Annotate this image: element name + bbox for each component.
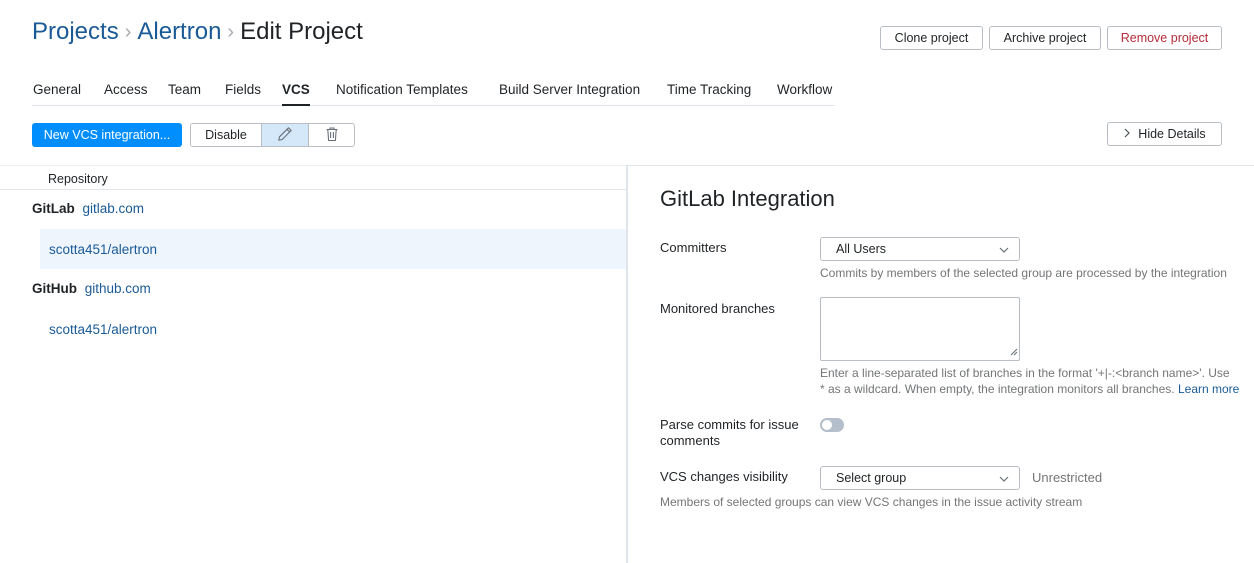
breadcrumb-project-link[interactable]: Alertron [137, 18, 221, 46]
integration-actions-group: Disable [190, 123, 355, 147]
vcs-visibility-hint: Members of selected groups can view VCS … [660, 495, 1083, 509]
archive-project-button[interactable]: Archive project [989, 26, 1101, 50]
vcs-visibility-label: VCS changes visibility [660, 469, 788, 484]
vcs-group-gitlab: GitLab gitlab.com [32, 201, 144, 216]
committers-value: All Users [836, 242, 887, 256]
committers-hint: Commits by members of the selected group… [820, 266, 1227, 280]
toggle-knob [822, 420, 832, 430]
remove-project-button[interactable]: Remove project [1107, 26, 1222, 50]
page-title: Edit Project [240, 18, 363, 45]
tab-notification-templates[interactable]: Notification Templates [336, 82, 468, 97]
committers-select[interactable]: All Users [820, 237, 1020, 261]
hide-details-button[interactable]: Hide Details [1107, 122, 1222, 146]
tab-fields[interactable]: Fields [225, 82, 261, 97]
list-item[interactable]: scotta451/alertron [40, 229, 626, 269]
vcs-group-github: GitHub github.com [32, 281, 151, 296]
breadcrumb: Projects › Alertron › Edit Project [32, 18, 363, 46]
edit-button[interactable] [261, 124, 308, 146]
list-header-row: Repository [0, 165, 626, 190]
details-title: GitLab Integration [660, 186, 835, 211]
vcs-visibility-select[interactable]: Select group [820, 466, 1020, 490]
chevron-down-icon [999, 473, 1009, 487]
breadcrumb-projects-link[interactable]: Projects [32, 18, 119, 46]
integration-details-panel: GitLab Integration Committers All Users … [626, 165, 1254, 563]
parse-commits-label-line2: comments [660, 433, 720, 448]
parse-commits-toggle[interactable] [820, 418, 844, 432]
vcs-visibility-value: Select group [836, 471, 907, 485]
pencil-icon [277, 126, 293, 145]
tab-workflow[interactable]: Workflow [777, 82, 832, 97]
tab-access[interactable]: Access [104, 82, 148, 97]
tab-general[interactable]: General [33, 82, 81, 97]
settings-tabs: General Access Team Fields VCS Notificat… [32, 78, 835, 106]
tab-team[interactable]: Team [168, 82, 201, 97]
new-vcs-integration-button[interactable]: New VCS integration... [32, 123, 182, 147]
repository-list: Repository GitLab gitlab.com scotta451/a… [0, 165, 626, 563]
vcs-group-name: GitLab [32, 201, 75, 216]
disable-button[interactable]: Disable [191, 124, 261, 146]
repository-column-header: Repository [48, 172, 108, 186]
parse-commits-label: Parse commits for issue comments [660, 417, 799, 449]
monitored-branches-input[interactable] [820, 297, 1020, 361]
chevron-down-icon [999, 244, 1009, 258]
chevron-right-icon [1123, 127, 1131, 141]
tab-time-tracking[interactable]: Time Tracking [667, 82, 751, 97]
breadcrumb-separator: › [124, 20, 132, 43]
resize-grip-icon[interactable] [1010, 344, 1018, 359]
committers-label: Committers [660, 240, 727, 255]
repository-name: scotta451/alertron [49, 321, 158, 337]
learn-more-link[interactable]: Learn more [1178, 382, 1239, 396]
monitored-branches-hint-line2: * as a wildcard. When empty, the integra… [820, 382, 1175, 396]
delete-button[interactable] [308, 124, 354, 146]
list-item[interactable]: scotta451/alertron [40, 309, 626, 349]
repository-name: scotta451/alertron [49, 241, 158, 257]
monitored-branches-hint-line1: Enter a line-separated list of branches … [820, 366, 1230, 380]
trash-icon [324, 126, 340, 145]
tab-build-server-integration[interactable]: Build Server Integration [499, 82, 640, 97]
clone-project-button[interactable]: Clone project [880, 26, 983, 50]
hide-details-label: Hide Details [1138, 127, 1206, 141]
tab-vcs[interactable]: VCS [282, 82, 310, 106]
vcs-group-name: GitHub [32, 281, 77, 296]
vcs-group-host-link[interactable]: gitlab.com [83, 201, 145, 216]
monitored-branches-label: Monitored branches [660, 301, 775, 316]
monitored-branches-hint: Enter a line-separated list of branches … [820, 365, 1250, 397]
vcs-group-host-link[interactable]: github.com [85, 281, 151, 296]
parse-commits-label-line1: Parse commits for issue [660, 417, 799, 432]
vcs-visibility-status: Unrestricted [1032, 470, 1103, 485]
breadcrumb-separator: › [227, 20, 235, 43]
